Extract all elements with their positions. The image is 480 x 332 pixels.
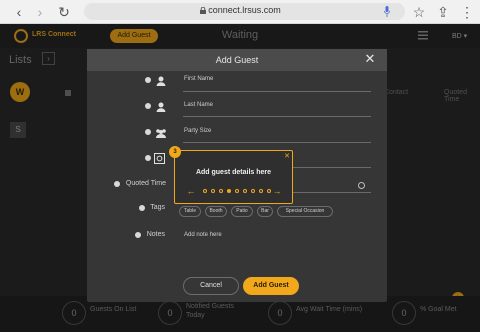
- walkthrough-tooltip: 3 ✕ Add guest details here ← →: [169, 146, 293, 204]
- more-menu-icon[interactable]: ⋮: [458, 3, 476, 21]
- bookmark-star-icon[interactable]: ☆: [410, 3, 428, 21]
- last-name-label: Last Name: [184, 102, 214, 108]
- tooltip-dot[interactable]: [211, 189, 215, 193]
- info-icon[interactable]: [145, 155, 151, 161]
- url-bar[interactable]: connect.lrsus.com: [84, 3, 405, 20]
- info-icon[interactable]: [139, 205, 145, 211]
- tooltip-dot[interactable]: [235, 189, 239, 193]
- tooltip-step-badge: 3: [169, 146, 181, 158]
- qr-code-icon[interactable]: [154, 153, 165, 164]
- info-icon[interactable]: [145, 129, 151, 135]
- notes-label: Notes: [146, 231, 165, 238]
- cancel-button[interactable]: Cancel: [183, 277, 239, 295]
- group-icon: [156, 129, 166, 138]
- info-icon[interactable]: [114, 181, 120, 187]
- contact-input[interactable]: [292, 167, 371, 168]
- quoted-time-label: Quoted Time: [125, 180, 166, 187]
- tooltip-prev-arrow-icon[interactable]: ←: [185, 186, 197, 196]
- tooltip-dot-active[interactable]: [227, 189, 231, 193]
- info-icon[interactable]: [135, 232, 141, 238]
- info-icon[interactable]: [145, 103, 151, 109]
- tooltip-dot[interactable]: [203, 189, 207, 193]
- add-guest-modal: Add Guest ✕ First Name Last Name Party S…: [87, 49, 387, 302]
- close-icon[interactable]: ✕: [363, 52, 377, 66]
- first-name-input[interactable]: [183, 91, 371, 92]
- tooltip-next-arrow-icon[interactable]: →: [271, 186, 283, 196]
- tag-special-occasion[interactable]: Special Occasion: [277, 206, 333, 217]
- tags-label: Tags: [150, 204, 165, 211]
- back-icon[interactable]: ‹: [10, 3, 28, 21]
- tooltip-dot[interactable]: [243, 189, 247, 193]
- tooltip-title: Add guest details here: [195, 169, 272, 176]
- add-guest-button[interactable]: Add Guest: [243, 277, 299, 295]
- tooltip-dot[interactable]: [251, 189, 255, 193]
- modal-header: Add Guest ✕: [87, 49, 387, 71]
- party-size-input[interactable]: [183, 142, 371, 143]
- party-size-label: Party Size: [184, 128, 212, 134]
- url-text: connect.lrsus.com: [208, 5, 281, 15]
- clock-icon[interactable]: [358, 182, 365, 189]
- person-icon: [156, 76, 166, 86]
- notes-input[interactable]: Add note here: [184, 232, 222, 238]
- browser-toolbar: ‹ › ↻ connect.lrsus.com ☆ ⇪ ⋮: [0, 0, 480, 24]
- tag-table[interactable]: Table: [179, 206, 201, 217]
- tooltip-dot[interactable]: [259, 189, 263, 193]
- tag-booth[interactable]: Booth: [205, 206, 227, 217]
- person-icon: [156, 102, 166, 112]
- last-name-input[interactable]: [183, 116, 371, 117]
- tag-bar[interactable]: Bar: [257, 206, 273, 217]
- tooltip-close-icon[interactable]: ✕: [283, 153, 291, 161]
- microphone-icon[interactable]: [384, 6, 390, 17]
- tooltip-dot[interactable]: [219, 189, 223, 193]
- tag-patio[interactable]: Patio: [231, 206, 253, 217]
- forward-icon[interactable]: ›: [31, 3, 49, 21]
- share-icon[interactable]: ⇪: [434, 3, 452, 21]
- info-icon[interactable]: [145, 77, 151, 83]
- modal-title: Add Guest: [215, 55, 259, 65]
- quoted-time-input[interactable]: [292, 192, 371, 193]
- first-name-label: First Name: [184, 76, 214, 82]
- reload-icon[interactable]: ↻: [55, 3, 73, 21]
